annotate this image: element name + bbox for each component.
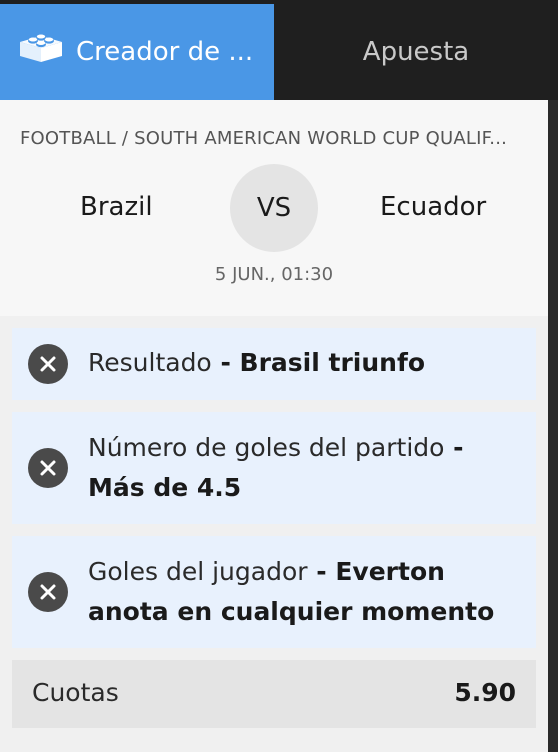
tab-bar: Creador de ... Apuesta [0,4,558,100]
tab-bet-builder-label: Creador de ... [76,37,254,67]
odds-label: Cuotas [32,678,119,707]
selection-item: Goles del jugador - Everton anota en cua… [12,536,536,648]
close-icon [40,460,56,476]
vs-badge: VS [230,164,318,252]
selection-separator: - [307,557,336,586]
selection-text: Resultado - Brasil triunfo [88,343,514,383]
selection-text: Goles del jugador - Everton anota en cua… [88,552,514,632]
tab-bet[interactable]: Apuesta [274,4,558,100]
selection-item: Número de goles del partido - Más de 4.5 [12,412,536,524]
event-header: FOOTBALL / SOUTH AMERICAN WORLD CUP QUAL… [0,100,548,316]
selection-item: Resultado - Brasil triunfo [12,328,536,400]
event-datetime: 5 JUN., 01:30 [214,264,334,285]
selection-market: Número de goles del partido [88,433,445,462]
odds-value: 5.90 [454,678,516,707]
selection-market: Goles del jugador [88,557,308,586]
side-edge [548,100,558,752]
tab-bet-builder[interactable]: Creador de ... [0,4,274,100]
close-icon [40,356,56,372]
selection-separator: - [444,433,464,462]
odds-row: Cuotas 5.90 [12,660,536,728]
close-icon [40,584,56,600]
remove-selection-button[interactable] [28,572,68,612]
remove-selection-button[interactable] [28,344,68,384]
selection-pick: Brasil triunfo [239,348,426,377]
selection-text: Número de goles del partido - Más de 4.5 [88,428,514,508]
lego-brick-icon [18,32,64,72]
selection-separator: - [211,348,240,377]
away-team: Ecuador [380,192,487,222]
betslip-panel: FOOTBALL / SOUTH AMERICAN WORLD CUP QUAL… [0,100,548,752]
tab-bet-label: Apuesta [362,37,470,67]
home-team: Brazil [80,192,153,222]
league-breadcrumb: FOOTBALL / SOUTH AMERICAN WORLD CUP QUAL… [20,128,508,149]
remove-selection-button[interactable] [28,448,68,488]
selection-market: Resultado [88,348,212,377]
selection-pick: Más de 4.5 [88,473,242,502]
